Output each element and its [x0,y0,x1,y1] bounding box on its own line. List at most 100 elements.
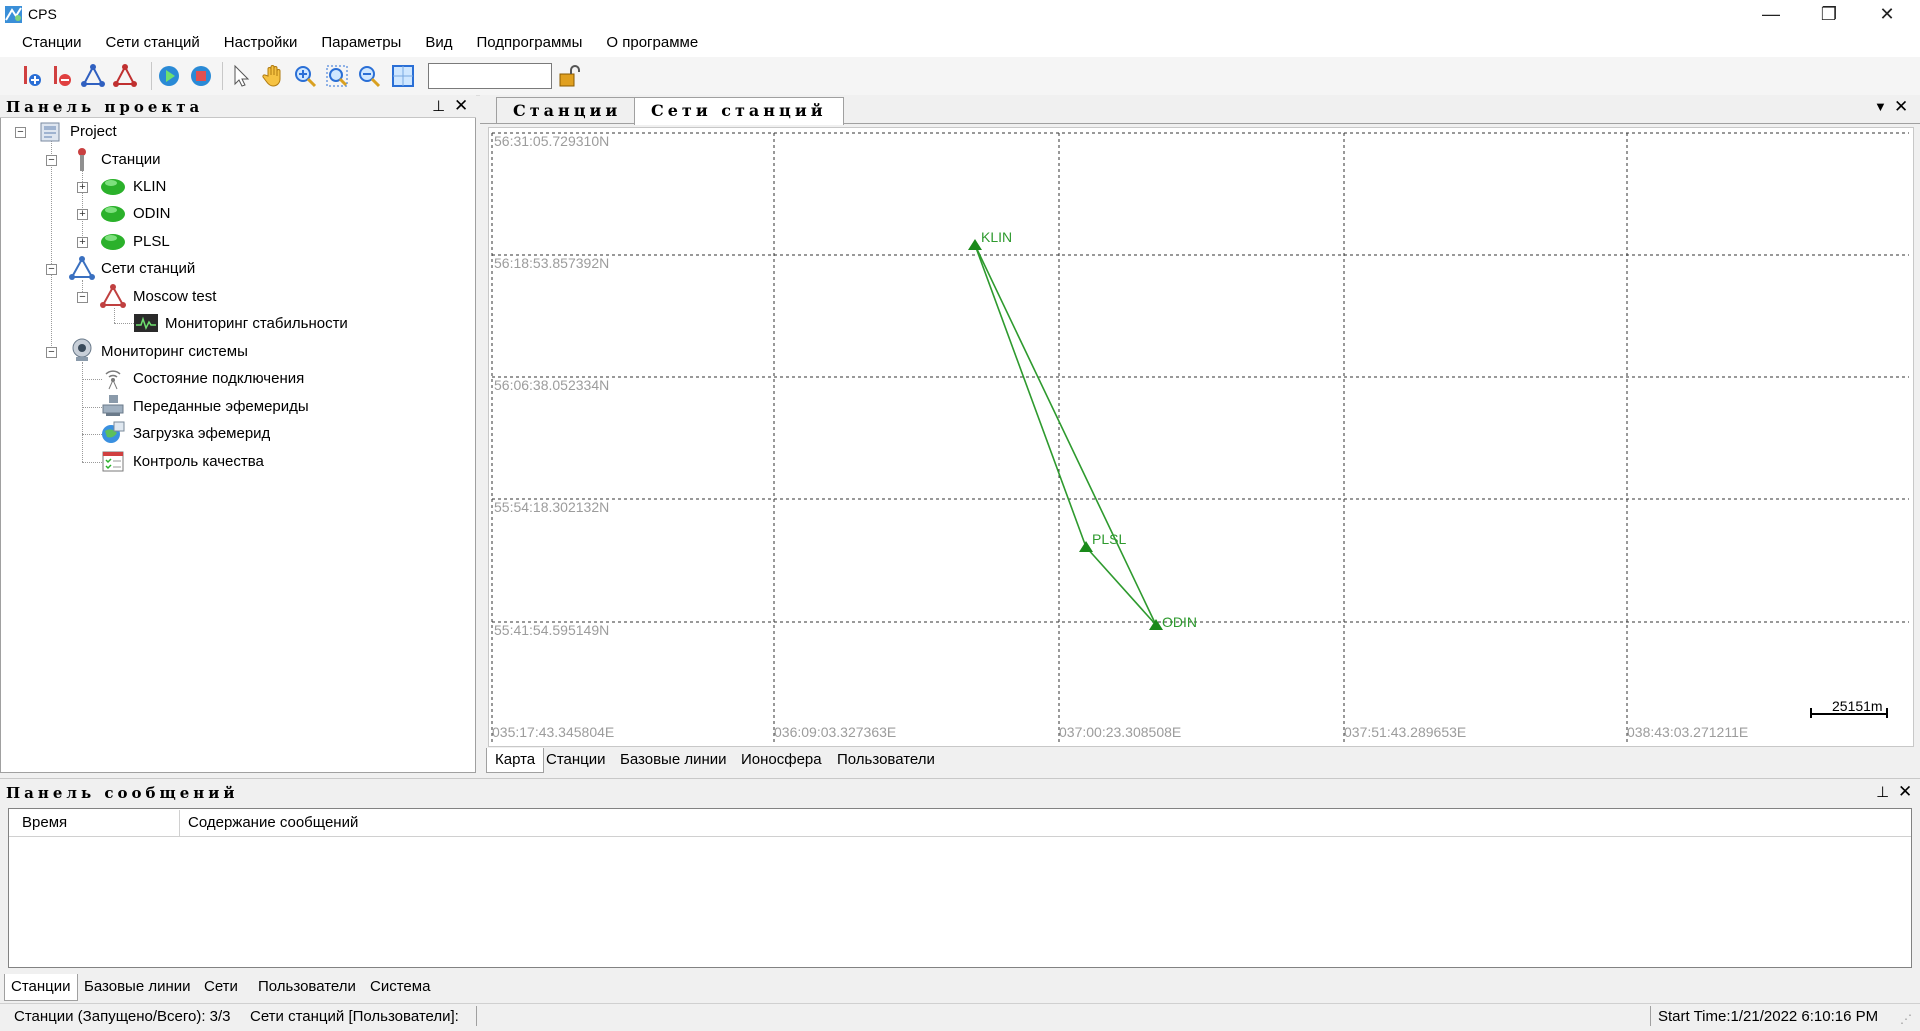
tab-msg-users[interactable]: Пользователи [252,974,362,1000]
tree-item-stations[interactable]: Станции [101,151,161,168]
messages-panel-header: Панель сообщений ⊥ ✕ [0,778,1920,805]
tree-item-networks[interactable]: Сети станций [101,260,195,277]
tree-line [82,362,83,462]
chart-monitor-icon [133,313,159,337]
station-status-icon [100,174,128,200]
tree-item-station-klin[interactable]: KLIN [133,178,166,195]
menu-networks[interactable]: Сети станций [94,29,212,57]
close-panel-icon[interactable]: ✕ [1898,782,1912,802]
tree-item-transferred-ephemeris[interactable]: Переданные эфемериды [133,398,309,415]
collapse-icon[interactable]: − [46,264,57,275]
lock-icon[interactable] [556,63,582,89]
tree-item-connection-state[interactable]: Состояние подключения [133,370,304,387]
close-window-button[interactable]: ✕ [1858,0,1916,29]
lat-label: 56:31:05.729310N [494,133,610,149]
tab-msg-system[interactable]: Система [364,974,436,1000]
collapse-icon[interactable]: − [46,155,57,166]
close-document-icon[interactable]: ✕ [1894,97,1908,117]
tab-list-dropdown-icon[interactable]: ▼ [1874,99,1887,114]
window-title: CPS [28,6,57,22]
tab-map[interactable]: Карта [486,748,545,773]
menu-about[interactable]: О программе [594,29,710,57]
tree-item-stability-monitoring[interactable]: Мониторинг стабильности [165,315,348,332]
tree-item-station-odin[interactable]: ODIN [133,205,171,222]
add-station-icon[interactable] [18,63,44,89]
map-grid [491,132,1909,742]
lat-label: 55:41:54.595149N [494,622,610,638]
tab-baselines[interactable]: Базовые линии [612,748,735,772]
menu-stations[interactable]: Станции [10,29,94,57]
menu-subprograms[interactable]: Подпрограммы [464,29,594,57]
full-map-icon[interactable] [390,63,416,89]
ephemeris-download-icon [101,421,125,449]
tree-item-ephemeris-download[interactable]: Загрузка эфемерид [133,425,270,442]
collapse-icon[interactable]: − [46,347,57,358]
tab-stations[interactable]: Станции [496,97,639,123]
zoom-in-icon[interactable] [292,63,318,89]
title-bar [0,0,1920,29]
project-icon [38,120,64,148]
tab-map-stations[interactable]: Станции [538,748,614,772]
network-icon [68,255,96,285]
tree-item-network-moscow[interactable]: Moscow test [133,288,216,305]
status-networks: Сети станций [Пользователи]: [250,1008,459,1025]
zoom-extent-icon[interactable] [324,63,350,89]
pointer-icon[interactable] [228,63,254,89]
app-logo-icon [4,5,23,24]
tab-msg-stations[interactable]: Станции [4,974,78,1001]
lon-label: 038:43:03.271211E [1627,724,1749,740]
toolbar-search-input[interactable] [428,63,552,89]
expand-icon[interactable]: + [77,209,88,220]
menu-settings[interactable]: Настройки [212,29,310,57]
station-label-odin[interactable]: ODIN [1162,614,1197,630]
resize-grip-icon[interactable]: ⋰ [1900,1012,1912,1026]
lat-label: 56:06:38.052334N [494,377,610,393]
remove-station-icon[interactable] [48,63,74,89]
scale-bar-label: 25151m [1832,698,1883,714]
expand-icon[interactable]: + [77,182,88,193]
tree-item-project[interactable]: Project [70,123,117,140]
antenna-icon [72,147,92,177]
tab-msg-baselines[interactable]: Базовые линии [78,974,197,1000]
webcam-icon [69,337,95,367]
tree-item-station-plsl[interactable]: PLSL [133,233,170,250]
pin-icon[interactable]: ⊥ [432,97,445,115]
close-panel-icon[interactable]: ✕ [454,96,468,116]
stop-icon[interactable] [188,63,214,89]
tab-msg-networks[interactable]: Сети [198,974,244,1000]
menu-view[interactable]: Вид [413,29,464,57]
collapse-icon[interactable]: − [77,292,88,303]
network-icon [99,283,127,313]
tree-line [82,168,83,242]
column-header-message[interactable]: Содержание сообщений [176,810,776,836]
tab-users[interactable]: Пользователи [829,748,943,772]
station-status-icon [100,201,128,227]
lon-label: 035:17:43.345804E [492,724,615,740]
pin-icon[interactable]: ⊥ [1876,783,1889,801]
project-panel-title: Панель проекта [6,98,204,116]
minimize-button[interactable]: — [1742,0,1800,29]
column-header-time[interactable]: Время [10,810,180,836]
collapse-icon[interactable]: − [15,127,26,138]
lat-label: 56:18:53.857392N [494,255,610,271]
tab-ionosphere[interactable]: Ионосфера [733,748,830,772]
menu-parameters[interactable]: Параметры [309,29,413,57]
start-icon[interactable] [156,63,182,89]
pan-hand-icon[interactable] [260,63,286,89]
tab-networks[interactable]: Сети станций [634,97,844,125]
status-stations-count: Станции (Запущено/Всего): 3/3 [14,1008,231,1025]
restore-button[interactable]: ❐ [1800,0,1858,29]
station-marker-plsl [1079,541,1093,552]
status-separator [1650,1006,1651,1026]
status-start-time: Start Time:1/21/2022 6:10:16 PM [1658,1008,1879,1025]
expand-icon[interactable]: + [77,237,88,248]
add-network-icon[interactable] [80,63,106,89]
remove-network-icon[interactable] [112,63,138,89]
station-label-klin[interactable]: KLIN [981,229,1012,245]
tree-item-quality-control[interactable]: Контроль качества [133,453,264,470]
messages-panel-title: Панель сообщений [6,784,239,802]
station-label-plsl[interactable]: PLSL [1092,531,1126,547]
zoom-out-icon[interactable] [356,63,382,89]
map-canvas[interactable]: 56:31:05.729310N 56:18:53.857392N 56:06:… [488,127,1914,747]
tree-item-system-monitoring[interactable]: Мониторинг системы [101,343,248,360]
